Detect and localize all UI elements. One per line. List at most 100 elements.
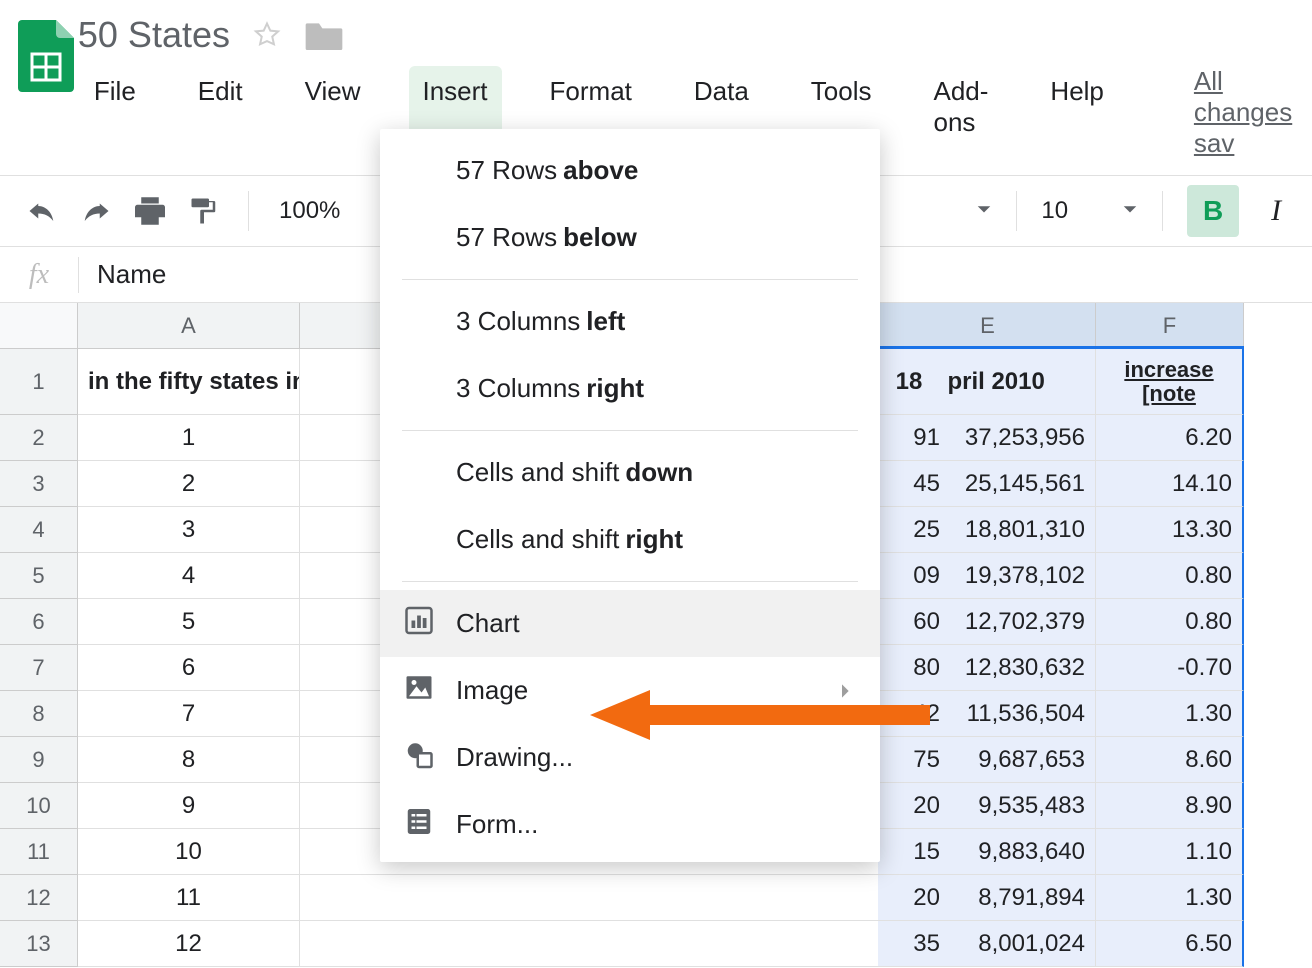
insert-rows-below[interactable]: 57 Rowsbelow — [380, 204, 880, 271]
menu-view[interactable]: View — [291, 66, 375, 159]
font-size-caret-icon[interactable] — [1122, 202, 1138, 220]
cell[interactable]: 3 — [78, 507, 300, 553]
redo-button[interactable] — [76, 191, 116, 231]
font-select-caret-icon[interactable] — [976, 202, 992, 220]
zoom-level[interactable]: 100% — [273, 197, 346, 225]
insert-drawing[interactable]: Drawing... — [380, 724, 880, 791]
menu-edit[interactable]: Edit — [184, 66, 257, 159]
cell[interactable]: 8 — [78, 737, 300, 783]
save-status[interactable]: All changes sav — [1194, 66, 1294, 159]
row-header[interactable]: 8 — [0, 691, 78, 737]
menu-text: Image — [456, 675, 528, 706]
toolbar-separator — [248, 191, 249, 231]
cell[interactable]: increase [note — [1096, 349, 1244, 415]
font-size-value[interactable]: 10 — [1041, 197, 1068, 225]
cell[interactable]: 13.30 — [1096, 507, 1244, 553]
cell[interactable]: in the fifty states in sta — [78, 349, 300, 415]
cell[interactable]: 8.90 — [1096, 783, 1244, 829]
row-header[interactable]: 3 — [0, 461, 78, 507]
row-header[interactable]: 1 — [0, 349, 78, 415]
chart-icon — [404, 605, 434, 642]
cell[interactable]: 1.30 — [1096, 691, 1244, 737]
insert-menu-dropdown: 57 Rowsabove 57 Rowsbelow 3 Columnsleft … — [380, 129, 880, 862]
menu-text: Form... — [456, 809, 538, 840]
document-title[interactable]: 50 States — [78, 14, 230, 56]
cell[interactable] — [300, 921, 880, 967]
column-header-a[interactable]: A — [78, 303, 300, 349]
menu-text: Chart — [456, 608, 520, 639]
cell[interactable]: 1 — [78, 415, 300, 461]
cell[interactable] — [300, 875, 880, 921]
menu-text: Cells and shift — [456, 457, 619, 488]
insert-image[interactable]: Image — [380, 657, 880, 724]
table-row: 13128,001,0246.50 — [0, 921, 1312, 967]
cell-fragment: 45 — [878, 461, 948, 507]
print-button[interactable] — [130, 191, 170, 231]
insert-columns-right[interactable]: 3 Columnsright — [380, 355, 880, 422]
row-header[interactable]: 12 — [0, 875, 78, 921]
menu-text: 3 Columns — [456, 306, 580, 337]
bold-button[interactable]: B — [1187, 185, 1239, 237]
cell[interactable]: 2 — [78, 461, 300, 507]
cell[interactable]: 8.60 — [1096, 737, 1244, 783]
cell-fragment: 15 — [878, 829, 948, 875]
menu-divider — [402, 279, 858, 280]
cell[interactable]: 14.10 — [1096, 461, 1244, 507]
cell-fragment: 42 — [878, 691, 948, 737]
star-icon[interactable] — [252, 20, 282, 50]
insert-cells-shift-down[interactable]: Cells and shiftdown — [380, 439, 880, 506]
paint-format-button[interactable] — [184, 191, 224, 231]
cell[interactable]: 6.50 — [1096, 921, 1244, 967]
menu-file[interactable]: File — [80, 66, 150, 159]
menu-help[interactable]: Help — [1036, 66, 1117, 159]
cell-fragment: 91 — [878, 415, 948, 461]
row-header[interactable]: 2 — [0, 415, 78, 461]
sheets-app-icon[interactable] — [18, 14, 78, 98]
row-header[interactable]: 4 — [0, 507, 78, 553]
image-icon — [404, 672, 434, 709]
drawing-icon — [404, 739, 434, 776]
row-header[interactable]: 13 — [0, 921, 78, 967]
insert-cells-shift-right[interactable]: Cells and shiftright — [380, 506, 880, 573]
cell[interactable]: -0.70 — [1096, 645, 1244, 691]
menu-text-bold: left — [586, 306, 625, 337]
column-header-e[interactable]: E — [880, 303, 1096, 349]
undo-button[interactable] — [22, 191, 62, 231]
insert-columns-left[interactable]: 3 Columnsleft — [380, 288, 880, 355]
row-header[interactable]: 10 — [0, 783, 78, 829]
row-header[interactable]: 7 — [0, 645, 78, 691]
cell-fragment: 20 — [878, 783, 948, 829]
cell[interactable]: 6.20 — [1096, 415, 1244, 461]
cell[interactable]: 1.30 — [1096, 875, 1244, 921]
insert-rows-above[interactable]: 57 Rowsabove — [380, 137, 880, 204]
row-header[interactable]: 6 — [0, 599, 78, 645]
cell[interactable]: 6 — [78, 645, 300, 691]
cell[interactable]: 0.80 — [1096, 599, 1244, 645]
cell[interactable]: 5 — [78, 599, 300, 645]
cell[interactable]: 7 — [78, 691, 300, 737]
menu-divider — [402, 581, 858, 582]
select-all-corner[interactable] — [0, 303, 78, 349]
cell[interactable]: 4 — [78, 553, 300, 599]
column-header-f[interactable]: F — [1096, 303, 1244, 349]
row-header[interactable]: 11 — [0, 829, 78, 875]
menu-text-bold: above — [563, 155, 638, 186]
italic-button[interactable]: I — [1253, 194, 1281, 228]
row-header[interactable]: 5 — [0, 553, 78, 599]
form-icon — [404, 806, 434, 843]
cell[interactable]: 12 — [78, 921, 300, 967]
cell[interactable]: 1.10 — [1096, 829, 1244, 875]
submenu-caret-icon — [840, 675, 852, 706]
cell-fragment: 35 — [878, 921, 948, 967]
menu-addons[interactable]: Add-ons — [920, 66, 1003, 159]
row-header[interactable]: 9 — [0, 737, 78, 783]
menu-text-bold: right — [625, 524, 683, 555]
insert-form[interactable]: Form... — [380, 791, 880, 858]
insert-chart[interactable]: Chart — [380, 590, 880, 657]
cell[interactable]: 11 — [78, 875, 300, 921]
folder-icon[interactable] — [304, 18, 344, 52]
cell-fragment: 18 — [878, 349, 948, 415]
cell[interactable]: 9 — [78, 783, 300, 829]
cell[interactable]: 0.80 — [1096, 553, 1244, 599]
cell[interactable]: 10 — [78, 829, 300, 875]
